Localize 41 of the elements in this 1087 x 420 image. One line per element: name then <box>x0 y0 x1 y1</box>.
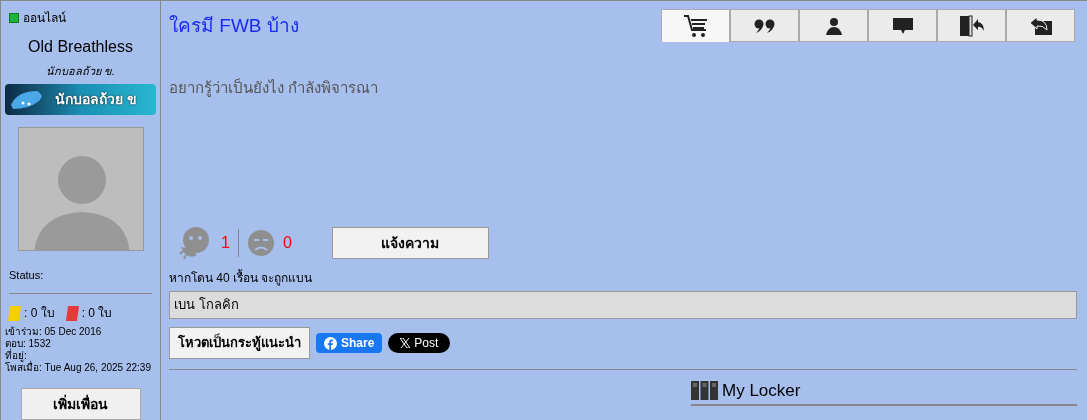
ban-note: หากโดน 40 เรื้อน จะถูกแบน <box>169 269 314 287</box>
signature: เบน โกลคิก <box>169 291 1077 319</box>
status-label: Status: <box>9 268 45 283</box>
user-icon <box>825 16 842 35</box>
recommend-vote-button[interactable]: โหวตเป็นกระทู้แนะนำ <box>169 327 310 359</box>
card-count: : 0 ใบ <box>24 305 55 323</box>
toolbar-tab[interactable] <box>937 9 1006 42</box>
facebook-logo-icon <box>324 336 337 350</box>
post-title: ใครมี FWB บ้าง <box>169 14 299 38</box>
caution-card-icon <box>7 306 22 321</box>
online-status-icon <box>9 13 19 23</box>
toolbar-tab[interactable] <box>868 9 937 42</box>
x-logo-icon <box>400 338 411 348</box>
member-info: โพสเมื่อ: Tue Aug 26, 2025 22:39 <box>5 362 152 375</box>
online-label: ออนไลน์ <box>23 10 66 27</box>
facebook-share-button[interactable]: Share <box>316 333 383 353</box>
member-info: ที่อยู่: <box>5 350 27 362</box>
card-count: : 0 ใบ <box>81 305 113 323</box>
sending-off-card-icon <box>65 306 79 321</box>
reaction-count: 1 <box>221 233 230 253</box>
rank-badge: นักบอลถ้วย ข <box>5 83 156 115</box>
toolbar-tab[interactable] <box>1006 9 1075 42</box>
member-info: เข้าร่วม: 05 Dec 2016 <box>5 326 103 339</box>
toolbar-tab[interactable] <box>799 9 868 42</box>
door-icon <box>958 14 985 37</box>
locker-title: My Locker <box>722 380 801 402</box>
comment-icon <box>892 16 913 35</box>
username: Old Breathless <box>27 37 134 57</box>
quote-icon <box>753 18 776 33</box>
x-post-button[interactable]: Post <box>388 333 451 353</box>
locker-icon <box>691 381 718 401</box>
toolbar-tab[interactable] <box>730 9 799 42</box>
reaction-count: 0 <box>282 233 292 253</box>
toolbar-tab[interactable] <box>661 9 730 42</box>
post-body: อยากรู้ว่าเป็นยังไง กำลังพิจารณา <box>169 77 380 99</box>
member-info: ตอบ: 1532 <box>5 338 52 350</box>
reply-icon <box>1028 15 1053 36</box>
report-button[interactable]: แจ้งความ <box>331 227 489 259</box>
cart-icon <box>682 14 709 38</box>
user-rank: นักบอลถ้วย ข. <box>44 64 117 79</box>
add-friend-button[interactable]: เพิ่มเพื่อน <box>20 388 141 420</box>
